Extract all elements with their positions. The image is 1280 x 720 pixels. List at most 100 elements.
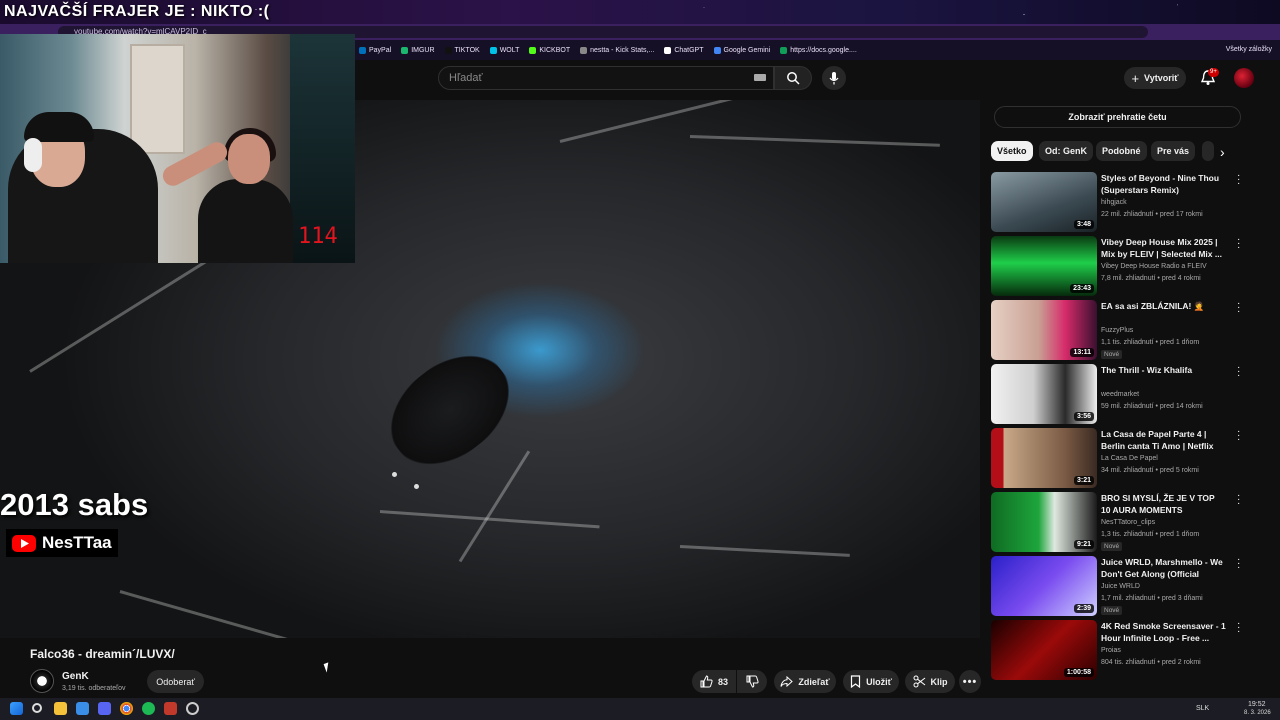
bookmark-label: ChatGPT	[674, 46, 704, 54]
voice-search-button[interactable]	[822, 66, 846, 90]
chip-for-you[interactable]: Pre vás	[1151, 141, 1196, 161]
recommended-channel[interactable]: weedmarket	[1101, 391, 1139, 398]
recommended-channel[interactable]: La Casa De Papel	[1101, 455, 1158, 462]
bookmark-item[interactable]: https://docs.google....	[780, 46, 857, 54]
save-button[interactable]: Uložiť	[843, 670, 899, 693]
recommended-video[interactable]: 13:11 EA sa asi ZBLÁZNILA! 🤦 FuzzyPlus 1,1 …	[991, 299, 1271, 360]
video-thumbnail[interactable]: 3:21	[991, 428, 1097, 488]
recommended-title[interactable]: BRO SI MYSLÍ, ŽE JE V TOP 10 AURA MOMENT…	[1101, 492, 1226, 516]
recommended-title[interactable]: 4K Red Smoke Screensaver - 1 Hour Infini…	[1101, 620, 1226, 644]
recommended-channel[interactable]: Vibey Deep House Radio a FLEIV	[1101, 263, 1207, 270]
recommended-channel[interactable]: FuzzyPlus	[1101, 327, 1133, 334]
recommended-video[interactable]: 3:48 Styles of Beyond - Nine Thou (Supers…	[991, 171, 1271, 232]
search-icon	[787, 72, 800, 85]
create-button[interactable]: + Vytvoriť	[1124, 67, 1186, 89]
share-button[interactable]: Zdieľať	[774, 670, 836, 693]
video-thumbnail[interactable]: 1:00:58	[991, 620, 1097, 680]
bookmark-favicon-icon	[444, 46, 452, 54]
chip-related[interactable]: Podobné	[1096, 141, 1147, 161]
recommended-title[interactable]: La Casa de Papel Parte 4 | Berlin canta …	[1101, 428, 1226, 452]
more-vertical-icon[interactable]: · · ·	[1237, 299, 1241, 317]
more-vertical-icon[interactable]: · · ·	[1237, 427, 1241, 445]
video-duration: 9:21	[1073, 540, 1094, 549]
recommended-video[interactable]: 3:21 La Casa de Papel Parte 4 | Berlin ca…	[991, 427, 1271, 488]
recommended-video[interactable]: 23:43 Vibey Deep House Mix 2025 | Mix by …	[991, 235, 1271, 296]
chevron-right-icon[interactable]: ›	[1220, 144, 1225, 160]
video-duration: 3:21	[1073, 476, 1094, 485]
bookmark-item[interactable]: WOLT	[489, 46, 519, 54]
chrome-icon[interactable]	[120, 702, 133, 715]
video-thumbnail[interactable]: 9:21	[991, 492, 1097, 552]
bookmark-favicon-icon	[401, 46, 409, 54]
more-actions-button[interactable]: •••	[959, 670, 981, 693]
recommended-video[interactable]: 3:56 The Thrill - Wiz Khalifa weedmarket 59…	[991, 363, 1271, 424]
chip-from-channel[interactable]: Od: GenK	[1039, 141, 1093, 161]
search-input[interactable]: Hľadať	[438, 66, 774, 90]
more-vertical-icon[interactable]: · · ·	[1237, 491, 1241, 509]
recommended-title[interactable]: Styles of Beyond - Nine Thou (Superstars…	[1101, 172, 1226, 196]
keyboard-icon[interactable]	[754, 74, 766, 81]
bookmark-icon	[850, 675, 861, 688]
recommended-channel[interactable]: Juice WRLD	[1101, 583, 1140, 590]
recommended-meta: 1,1 tis. zhliadnutí • pred 1 dňom	[1101, 339, 1200, 346]
bookmark-item[interactable]: nestta - Kick Stats,...	[580, 46, 654, 54]
video-thumbnail[interactable]: 23:43	[991, 236, 1097, 296]
stream-overlay-text: 2013 sabs	[0, 487, 149, 522]
video-thumbnail[interactable]: 13:11	[991, 300, 1097, 360]
search-icon[interactable]	[32, 703, 42, 713]
settings-icon[interactable]	[186, 702, 199, 715]
recommended-meta: 22 mil. zhliadnutí • pred 17 rokmi	[1101, 211, 1203, 218]
bookmark-item[interactable]: Google Gemini	[713, 46, 770, 54]
clock-time[interactable]: 19:52	[1248, 701, 1266, 708]
recommended-video[interactable]: 9:21 BRO SI MYSLÍ, ŽE JE V TOP 10 AURA MO…	[991, 491, 1271, 552]
bookmark-favicon-icon	[580, 46, 588, 54]
recommended-title[interactable]: Juice WRLD, Marshmello - We Don't Get Al…	[1101, 556, 1226, 580]
recommended-channel[interactable]: Proias	[1101, 647, 1121, 654]
more-vertical-icon[interactable]: · · ·	[1237, 171, 1241, 189]
video-thumbnail[interactable]: 3:48	[991, 172, 1097, 232]
bookmark-favicon-icon	[529, 46, 537, 54]
chip-all[interactable]: Všetko	[991, 141, 1033, 161]
language-indicator[interactable]: SLK	[1196, 705, 1209, 712]
obs-icon[interactable]	[164, 702, 177, 715]
search-button[interactable]	[774, 66, 812, 90]
scissors-icon	[913, 675, 925, 688]
bookmark-item[interactable]: IMGUR	[401, 46, 435, 54]
subscribe-button[interactable]: Odoberať	[147, 670, 204, 693]
channel-name[interactable]: GenK	[62, 671, 89, 682]
more-vertical-icon[interactable]: · · ·	[1237, 235, 1241, 253]
bookmark-item[interactable]: PayPal	[359, 46, 391, 54]
more-vertical-icon[interactable]: · · ·	[1237, 619, 1241, 637]
recommended-title[interactable]: The Thrill - Wiz Khalifa	[1101, 364, 1226, 376]
bookmark-item[interactable]: KICKBOT	[529, 46, 570, 54]
bookmark-item[interactable]: ChatGPT	[664, 46, 704, 54]
dislike-button[interactable]	[737, 670, 767, 693]
clip-button[interactable]: Klip	[905, 670, 955, 693]
like-button[interactable]: 83	[692, 670, 736, 693]
webcam-overlay: 114	[0, 34, 355, 263]
bookmark-item[interactable]: TIKTOK	[444, 46, 480, 54]
windows-start-icon[interactable]	[10, 702, 23, 715]
video-thumbnail[interactable]: 3:56	[991, 364, 1097, 424]
show-chat-replay-button[interactable]: Zobraziť prehratie četu	[994, 106, 1241, 128]
recommended-video[interactable]: 1:00:58 4K Red Smoke Screensaver - 1 Hour…	[991, 619, 1271, 680]
chip-more[interactable]	[1202, 141, 1214, 161]
recommended-video[interactable]: 2:39 Juice WRLD, Marshmello - We Don't Ge…	[991, 555, 1271, 616]
mouse-cursor	[323, 662, 332, 673]
bookmark-favicon-icon	[664, 46, 672, 54]
recommended-title[interactable]: Vibey Deep House Mix 2025 | Mix by FLEIV…	[1101, 236, 1226, 260]
recommended-title[interactable]: EA sa asi ZBLÁZNILA! 🤦	[1101, 300, 1226, 312]
all-bookmarks-button[interactable]: Všetky záložky	[1226, 46, 1272, 53]
recommended-channel[interactable]: hihgjack	[1101, 199, 1127, 206]
app-icon[interactable]	[76, 702, 89, 715]
account-avatar[interactable]	[1234, 68, 1254, 88]
spotify-icon[interactable]	[142, 702, 155, 715]
discord-icon[interactable]	[98, 702, 111, 715]
channel-avatar[interactable]	[30, 669, 54, 693]
more-vertical-icon[interactable]: · · ·	[1237, 555, 1241, 573]
video-thumbnail[interactable]: 2:39	[991, 556, 1097, 616]
recommended-channel[interactable]: NesTTatoro_clips	[1101, 519, 1155, 526]
file-explorer-icon[interactable]	[54, 702, 67, 715]
clock-date[interactable]: 8. 3. 2026	[1244, 710, 1271, 716]
more-vertical-icon[interactable]: · · ·	[1237, 363, 1241, 381]
